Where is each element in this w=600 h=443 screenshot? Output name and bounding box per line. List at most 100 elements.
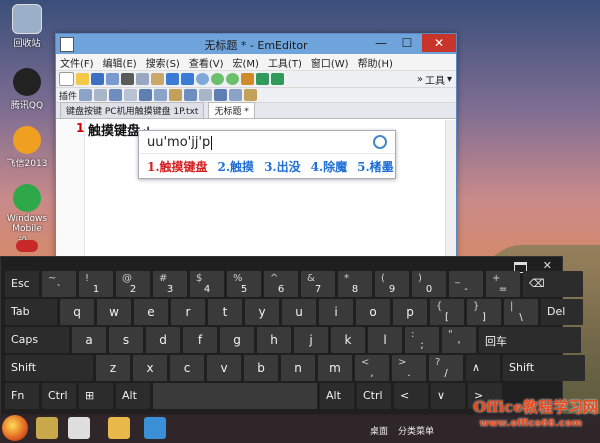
title-bar[interactable]: 无标题 * - EmEditor — ☐ ✕ — [56, 34, 456, 54]
folder-icon[interactable] — [108, 417, 130, 439]
vertical-scrollbar[interactable] — [445, 120, 456, 271]
key-del[interactable]: Del — [541, 299, 583, 325]
key-h[interactable]: h — [257, 327, 291, 353]
key-k[interactable]: k — [331, 327, 365, 353]
key-7[interactable]: & 7 — [301, 271, 335, 297]
plugin-icon-6[interactable] — [154, 89, 168, 101]
new-file-icon[interactable] — [59, 72, 74, 86]
paste-icon[interactable] — [151, 73, 164, 85]
menu-help[interactable]: 帮助(H) — [358, 55, 393, 70]
save-all-icon[interactable] — [106, 73, 119, 85]
menu-view[interactable]: 查看(V) — [189, 55, 224, 70]
key-alt[interactable]: Alt — [116, 383, 150, 409]
key-a[interactable]: a — [72, 327, 106, 353]
key-l[interactable]: l — [368, 327, 402, 353]
key-u[interactable]: u — [282, 299, 316, 325]
key-9[interactable]: (9 — [375, 271, 409, 297]
minimize-button[interactable]: — — [368, 34, 394, 52]
desktop-icon-recycle-bin[interactable]: 回收站 — [4, 4, 50, 49]
key-m[interactable]: m — [318, 355, 352, 381]
plugin-icon-9[interactable] — [199, 89, 213, 101]
menu-file[interactable]: 文件(F) — [60, 55, 94, 70]
key-caps[interactable]: Caps — [5, 327, 69, 353]
desktop-icon-fetion[interactable]: 飞信2013 — [4, 126, 50, 169]
ime-candidate-4[interactable]: 4.除魔 — [311, 158, 348, 175]
split-icon[interactable] — [271, 73, 284, 85]
plugin-icon-3[interactable] — [109, 89, 123, 101]
key-.[interactable]: >. — [392, 355, 426, 381]
key-回车[interactable]: 回车 — [479, 327, 581, 353]
find-next-icon[interactable] — [211, 73, 224, 85]
key-][interactable]: }] — [467, 299, 501, 325]
key-1[interactable]: ! 1 — [79, 271, 113, 297]
key-b[interactable]: b — [244, 355, 278, 381]
cut-icon[interactable] — [121, 73, 134, 85]
key-n[interactable]: n — [281, 355, 315, 381]
key-5[interactable]: % 5 — [227, 271, 261, 297]
chevron-down-icon[interactable]: ▾ — [447, 74, 452, 85]
key-j[interactable]: j — [294, 327, 328, 353]
search-icon[interactable] — [373, 135, 387, 149]
plugin-icon-7[interactable] — [169, 89, 183, 101]
desktop-icon-windows-mobile[interactable]: Windows Mobile 设... — [4, 184, 50, 247]
key-tab[interactable]: Tab — [5, 299, 57, 325]
plugin-icon-5[interactable] — [139, 89, 153, 101]
tray-category-menu[interactable]: 分类菜单 — [398, 424, 434, 437]
key-ctrl[interactable]: Ctrl — [42, 383, 76, 409]
close-button[interactable]: ✕ — [422, 34, 456, 52]
ime-page-nav[interactable]: ‹ › — [375, 158, 389, 172]
key-space[interactable] — [153, 383, 317, 409]
key--[interactable]: _ - — [449, 271, 483, 297]
menu-tools[interactable]: 工具(T) — [268, 55, 302, 70]
key-<[interactable]: < — [394, 383, 428, 409]
key-;[interactable]: :; — [405, 327, 439, 353]
key-3[interactable]: #3 — [153, 271, 187, 297]
plugin-icon-12[interactable] — [244, 89, 258, 101]
save-icon[interactable] — [91, 73, 104, 85]
key-s[interactable]: s — [109, 327, 143, 353]
key-8[interactable]: * 8 — [338, 271, 372, 297]
key-c[interactable]: c — [170, 355, 204, 381]
key-r[interactable]: r — [171, 299, 205, 325]
menu-search[interactable]: 搜索(S) — [146, 55, 180, 70]
notepad-icon[interactable] — [68, 417, 90, 439]
key-q[interactable]: q — [60, 299, 94, 325]
key-∧[interactable]: ∧ — [466, 355, 500, 381]
plugin-icon-2[interactable] — [94, 89, 108, 101]
key-0[interactable]: ) 0 — [412, 271, 446, 297]
key-p[interactable]: p — [393, 299, 427, 325]
tab-untitled[interactable]: 无标题 * — [208, 102, 255, 118]
menu-edit[interactable]: 编辑(E) — [103, 55, 137, 70]
key-=[interactable]: + = — [486, 271, 520, 297]
desktop-icon-app[interactable] — [4, 240, 50, 254]
menu-macro[interactable]: 宏(M) — [233, 55, 259, 70]
start-orb-icon[interactable] — [2, 415, 28, 441]
tab-keyboard-txt[interactable]: 键盘按键 PC机用触摸键盘 1P.txt — [60, 102, 205, 118]
key-v[interactable]: v — [207, 355, 241, 381]
redo-icon[interactable] — [181, 73, 194, 85]
key-t[interactable]: t — [208, 299, 242, 325]
key-fn[interactable]: Fn — [5, 383, 39, 409]
key-4[interactable]: $4 — [190, 271, 224, 297]
key-2[interactable]: @2 — [116, 271, 150, 297]
copy-icon[interactable] — [136, 73, 149, 85]
open-folder-icon[interactable] — [76, 73, 89, 85]
key-,[interactable]: <, — [355, 355, 389, 381]
toolbar-tools-label[interactable]: 工具 — [425, 72, 445, 87]
plugin-icon-11[interactable] — [229, 89, 243, 101]
view-icon[interactable] — [256, 73, 269, 85]
key-shift[interactable]: Shift — [5, 355, 93, 381]
key-d[interactable]: d — [146, 327, 180, 353]
key-y[interactable]: y — [245, 299, 279, 325]
plugin-icon-10[interactable] — [214, 89, 228, 101]
key-z[interactable]: z — [96, 355, 130, 381]
key-g[interactable]: g — [220, 327, 254, 353]
key-`[interactable]: ~ ` — [42, 271, 76, 297]
ime-candidate-1[interactable]: 1.触摸键盘 — [147, 158, 208, 175]
key-esc[interactable]: Esc — [5, 271, 39, 297]
key-/[interactable]: ? / — [429, 355, 463, 381]
taskbar-app-icon[interactable] — [36, 417, 58, 439]
key-⌫[interactable]: ⌫ — [523, 271, 583, 297]
key-∨[interactable]: ∨ — [431, 383, 465, 409]
key-x[interactable]: x — [133, 355, 167, 381]
